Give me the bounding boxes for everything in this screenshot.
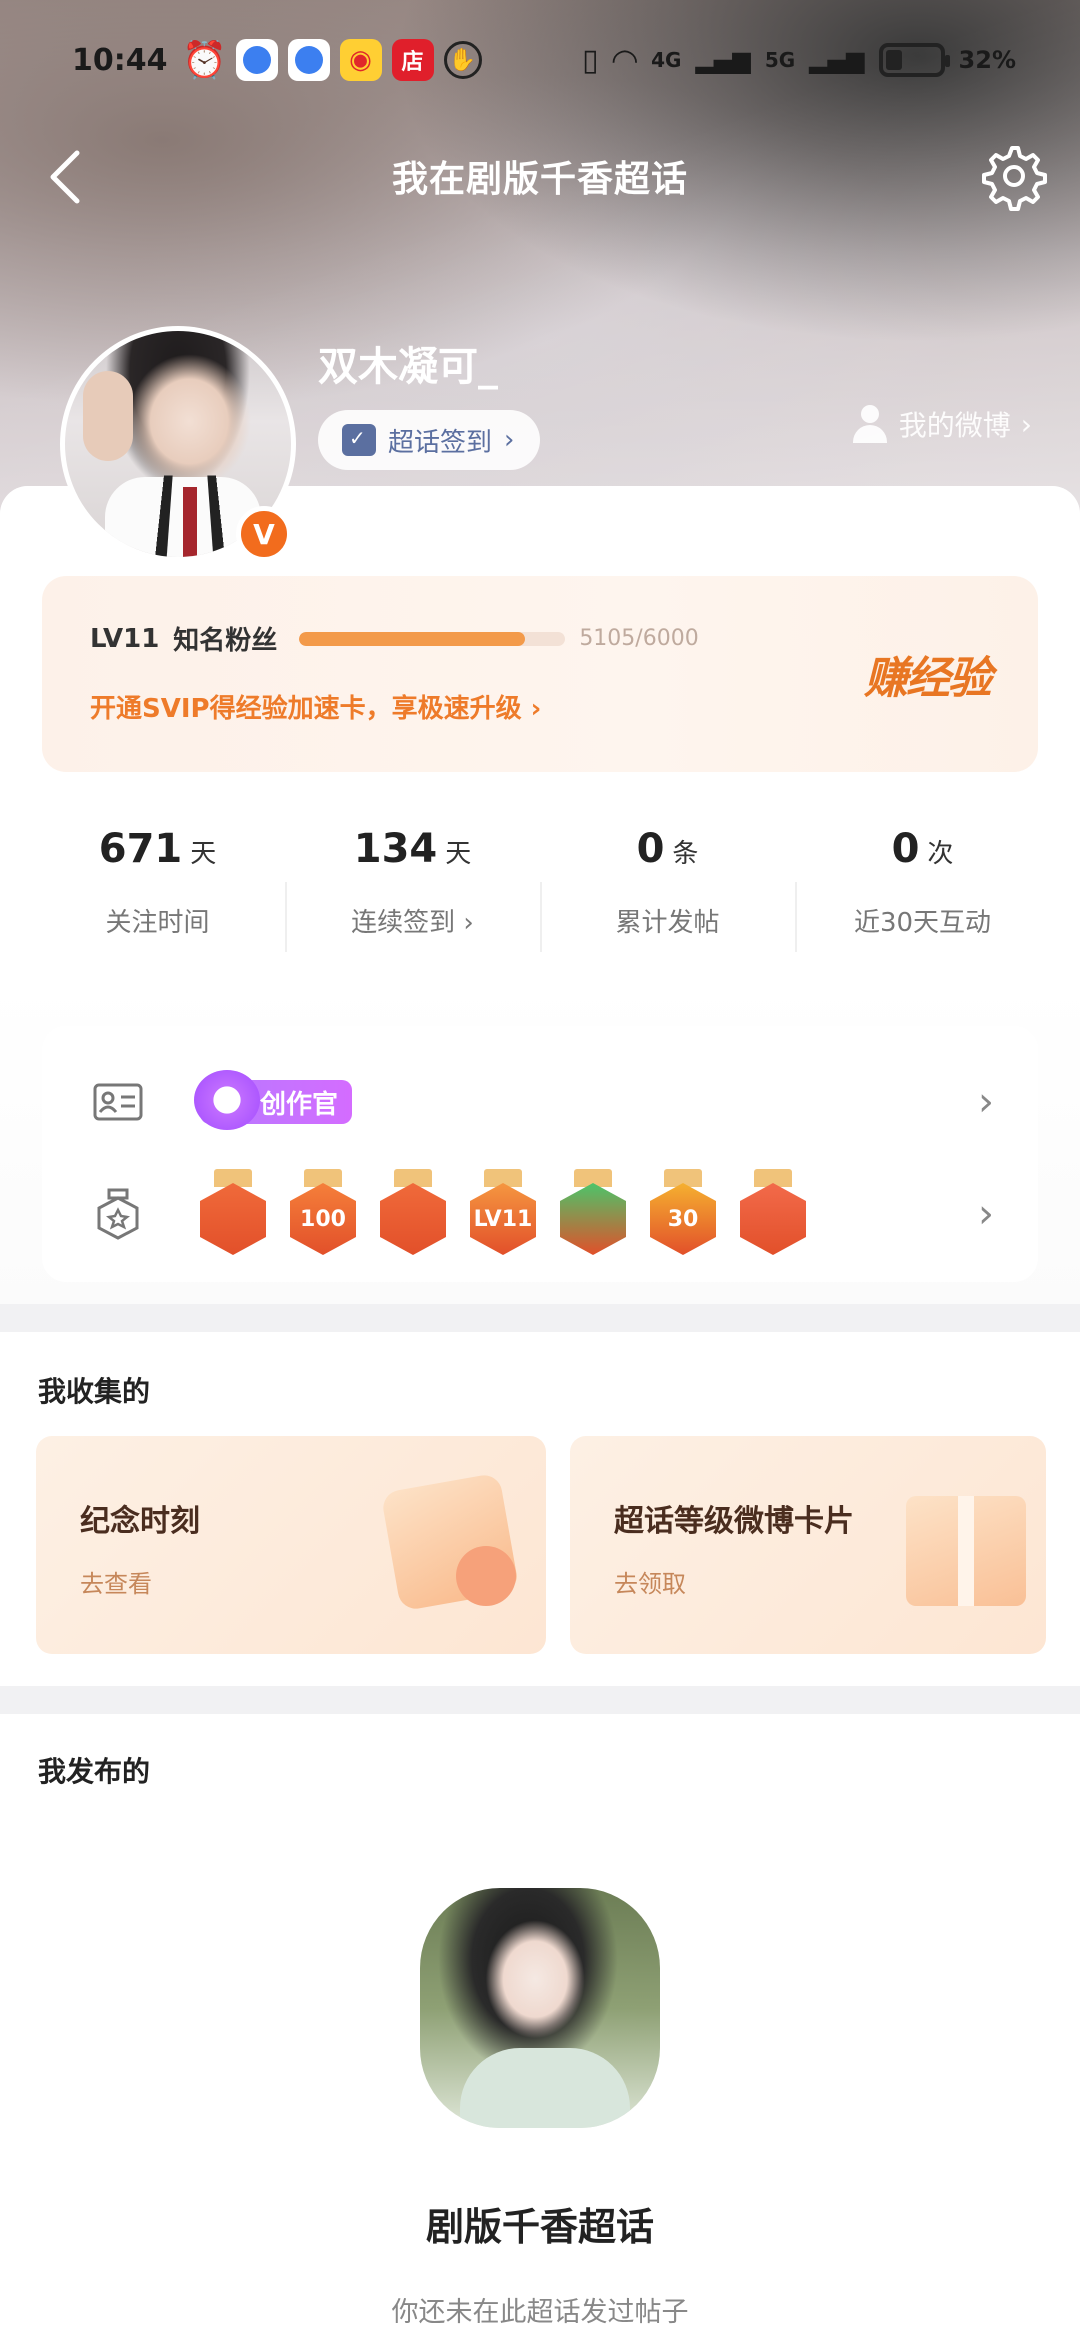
chevron-right-icon: › <box>504 425 515 455</box>
creator-row[interactable]: 创作官 › <box>42 1070 1038 1134</box>
my-weibo-label: 我的微博 <box>898 409 1011 442</box>
creator-mascot-icon <box>194 1070 260 1130</box>
stats-row: 671 天 关注时间 134 天 连续签到 › 0条 累计发帖 0次 近30天互动 <box>30 826 1050 966</box>
medal-label: 100 <box>290 1183 356 1255</box>
user-avatar[interactable]: V <box>60 326 296 562</box>
hand-icon: ✋ <box>443 41 482 79</box>
medal-badge-icon <box>740 1169 806 1259</box>
stat-value: 134 <box>353 826 438 872</box>
stat-unit: 天 <box>445 839 472 869</box>
empty-posts-text: 你还未在此超话发过帖子 <box>391 2297 689 2328</box>
status-bar: 10:44 ⏰ ◉ 店 ✋ ▯ ◠ 4G ▂▄▆ 5G ▂▄▆ 32% <box>0 0 1080 120</box>
battery-icon <box>878 43 950 77</box>
person-icon <box>851 405 889 443</box>
vibrate-icon: ▯ <box>581 42 599 78</box>
medals-row[interactable]: 100 LV11 30 › <box>42 1166 1038 1262</box>
stat-label: 关注时间 <box>105 908 210 938</box>
medal-label <box>200 1183 266 1255</box>
stat-unit: 天 <box>190 839 217 869</box>
stat-interactions: 0次 近30天互动 <box>795 826 1050 966</box>
level-name: 知名粉丝 <box>173 626 278 656</box>
title-bar: 我在剧版千香超话 <box>0 120 1080 230</box>
chevron-right-icon: › <box>530 694 542 724</box>
stat-value: 0 <box>636 826 665 872</box>
stat-unit: 次 <box>927 839 954 869</box>
id-card-icon <box>93 1083 143 1121</box>
stat-checkin-streak[interactable]: 134 天 连续签到 › <box>285 826 540 966</box>
medal-badge-icon: 30 <box>650 1169 716 1259</box>
status-time: 10:44 <box>72 42 168 78</box>
stat-label: 近30天互动 <box>853 908 992 938</box>
svip-promo-link[interactable]: 开通SVIP得经验加速卡，享极速升级 › <box>90 688 541 725</box>
wifi-icon: ◠ <box>612 41 638 79</box>
network-5g-label: 5G <box>764 48 796 72</box>
settings-button[interactable] <box>972 136 1052 216</box>
card-title: 纪念时刻 <box>80 1504 200 1539</box>
heart-icon <box>456 1546 516 1606</box>
chevron-right-icon: › <box>455 908 474 938</box>
page-title: 我在剧版千香超话 <box>391 159 688 200</box>
card-subtitle: 去领取 <box>614 1570 686 1598</box>
card-title: 超话等级微博卡片 <box>614 1504 854 1539</box>
medal-label <box>740 1183 806 1255</box>
collections-section: 我收集的 纪念时刻 去查看 超话等级微博卡片 去领取 <box>0 1332 1080 1686</box>
chevron-right-icon: › <box>1020 407 1032 441</box>
medal-outline-icon <box>97 1188 139 1240</box>
section-divider <box>0 1686 1080 1714</box>
level-progress-bar <box>299 631 566 646</box>
checkin-label: 超话签到 <box>388 427 493 458</box>
stat-value: 671 <box>98 826 183 872</box>
medal-badge-icon <box>560 1169 626 1259</box>
collection-card-moments[interactable]: 纪念时刻 去查看 <box>36 1436 546 1654</box>
weibo-icon: ◉ <box>339 39 382 81</box>
medal-badge-icon: 100 <box>290 1169 356 1259</box>
medal-badge-icon <box>380 1169 446 1259</box>
browser-icon <box>235 39 278 81</box>
badges-card: 创作官 › 100 LV11 30 › <box>42 1026 1038 1282</box>
verified-badge: V <box>236 506 292 562</box>
level-number: LV11 <box>90 623 160 654</box>
medal-badge-icon: LV11 <box>470 1169 536 1259</box>
stat-unit: 条 <box>672 839 699 869</box>
creator-badge: 创作官 <box>194 1070 353 1130</box>
alarm-icon: ⏰ <box>182 40 227 81</box>
earn-xp-button[interactable]: 赚经验 <box>864 642 992 706</box>
stat-follow-time: 671 天 关注时间 <box>30 826 285 966</box>
level-card[interactable]: LV11 知名粉丝 5105/6000 开通SVIP得经验加速卡，享极速升级 ›… <box>42 576 1038 772</box>
level-progress-text: 5105/6000 <box>579 626 699 651</box>
posts-title: 我发布的 <box>38 1755 151 1788</box>
section-divider <box>0 1304 1080 1332</box>
stat-total-posts: 0条 累计发帖 <box>540 826 795 966</box>
signal-icon: ▂▄▆ <box>695 46 751 74</box>
network-4g-label: 4G <box>651 48 682 72</box>
card-subtitle: 去查看 <box>80 1570 152 1598</box>
my-weibo-link[interactable]: 我的微博 › <box>851 404 1032 444</box>
browser-icon <box>287 39 330 81</box>
medal-label <box>380 1183 446 1255</box>
username: 双木凝可_ <box>318 344 498 390</box>
chevron-right-icon: › <box>978 1079 994 1125</box>
signal-icon: ▂▄▆ <box>809 46 865 74</box>
topic-avatar[interactable] <box>420 1888 660 2128</box>
medal-label: 30 <box>650 1183 716 1255</box>
checkin-button[interactable]: 超话签到 › <box>318 410 541 470</box>
collections-title: 我收集的 <box>38 1375 151 1408</box>
gear-icon <box>982 146 1047 211</box>
medal-badge-icon <box>200 1169 266 1259</box>
calendar-check-icon <box>342 424 376 456</box>
medal-label: LV11 <box>470 1183 536 1255</box>
medal-label <box>560 1183 626 1255</box>
topic-name: 剧版千香超话 <box>425 2205 654 2249</box>
stat-value: 0 <box>891 826 920 872</box>
battery-percent: 32% <box>958 46 1016 74</box>
stat-label: 累计发帖 <box>615 908 720 938</box>
gift-box-icon <box>906 1496 1026 1606</box>
stat-label: 连续签到 › <box>351 908 474 938</box>
store-icon: 店 <box>391 39 434 81</box>
svip-promo-text: 开通SVIP得经验加速卡，享极速升级 <box>90 694 522 724</box>
collection-card-level-cards[interactable]: 超话等级微博卡片 去领取 <box>570 1436 1046 1654</box>
chevron-right-icon: › <box>978 1191 994 1237</box>
creator-label: 创作官 <box>260 1089 339 1120</box>
